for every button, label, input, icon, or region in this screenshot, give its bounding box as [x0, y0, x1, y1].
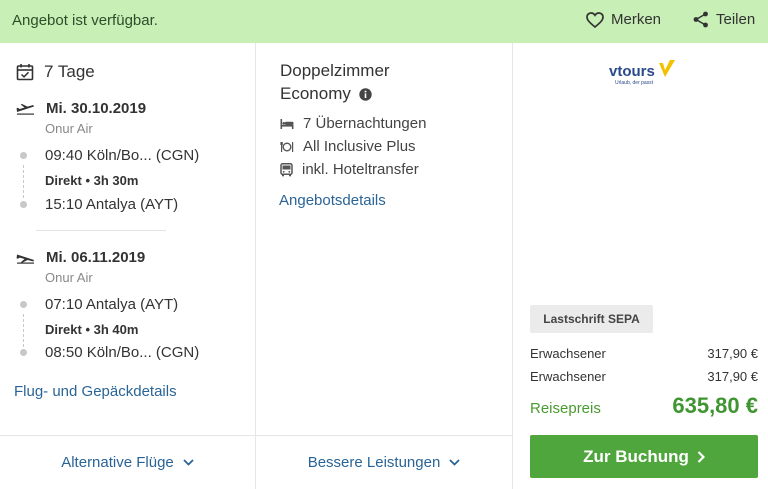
booking-button[interactable]: Zur Buchung: [530, 435, 758, 478]
feature-nights-label: 7 Übernachtungen: [303, 115, 427, 132]
return-date: Mi. 06.11.2019: [16, 249, 145, 266]
chevron-right-icon: [697, 450, 705, 463]
return-direct: Direkt • 3h 40m: [45, 322, 139, 337]
price-row-adult-1: Erwachsener 317,90 €: [530, 346, 758, 361]
better-services-button[interactable]: Bessere Leistungen: [256, 435, 513, 489]
booking-button-label: Zur Buchung: [583, 446, 689, 466]
teilen-button[interactable]: Teilen: [693, 11, 755, 28]
price-row-adult-2: Erwachsener 317,90 €: [530, 369, 758, 384]
alternative-flights-button[interactable]: Alternative Flüge: [0, 435, 256, 489]
outbound-airline: Onur Air: [45, 121, 93, 136]
availability-status: Angebot ist verfügbar.: [12, 12, 158, 29]
room-title-line1: Doppelzimmer: [280, 61, 390, 80]
merken-label: Merken: [611, 11, 662, 28]
outbound-arrival-label: 15:10 Antalya (AYT): [45, 196, 179, 213]
price-column: vtours Urlaub, der passt Lastschrift SEP…: [513, 43, 768, 435]
feature-transfer: inkl. Hoteltransfer: [280, 161, 419, 178]
room-title-line2: Economy: [280, 84, 351, 103]
route-line: [23, 165, 24, 198]
room-title: Doppelzimmer Economy: [280, 59, 390, 105]
teilen-label: Teilen: [716, 11, 756, 28]
svg-text:vtours: vtours: [609, 63, 655, 80]
calendar-icon: [16, 64, 34, 81]
better-services-label: Bessere Leistungen: [307, 454, 441, 471]
heart-icon: [586, 11, 604, 28]
total-price-label: Reisepreis: [530, 400, 601, 417]
info-icon[interactable]: [359, 88, 372, 101]
offer-details-link[interactable]: Angebotsdetails: [279, 192, 386, 209]
price-label: Erwachsener: [530, 346, 606, 361]
total-price-value: 635,80 €: [672, 393, 758, 418]
feature-transfer-label: inkl. Hoteltransfer: [302, 161, 419, 178]
availability-banner: Angebot ist verfügbar. Merken Teilen: [0, 0, 768, 43]
total-price-row: Reisepreis 635,80 €: [530, 393, 758, 419]
plane-departure-icon: [16, 103, 34, 115]
return-airline: Onur Air: [45, 270, 93, 285]
outbound-departure: 09:40 Köln/Bo... (CGN): [20, 147, 199, 164]
return-departure: 07:10 Antalya (AYT): [20, 296, 178, 313]
return-arrival-label: 08:50 Köln/Bo... (CGN): [45, 344, 200, 361]
trip-duration-label: 7 Tage: [44, 62, 95, 81]
outbound-direct: Direkt • 3h 30m: [45, 173, 139, 188]
outbound-departure-label: 09:40 Köln/Bo... (CGN): [45, 147, 200, 164]
feature-board-label: All Inclusive Plus: [303, 138, 416, 155]
chevron-down-icon: [183, 459, 194, 466]
flight-details-link[interactable]: Flug- und Gepäckdetails: [14, 383, 177, 400]
return-arrival: 08:50 Köln/Bo... (CGN): [20, 344, 199, 361]
outbound-date: Mi. 30.10.2019: [16, 100, 146, 117]
svg-text:Urlaub, der passt: Urlaub, der passt: [615, 80, 654, 86]
cutlery-icon: [280, 141, 294, 152]
hotel-column: Doppelzimmer Economy 7 Übernachtungen Al…: [256, 43, 513, 435]
stop-dot: [20, 349, 27, 356]
share-icon: [693, 11, 708, 28]
stop-dot: [20, 201, 27, 208]
feature-nights: 7 Übernachtungen: [280, 115, 426, 132]
plane-arrival-icon: [16, 254, 34, 264]
route-line: [23, 314, 24, 347]
payment-method-badge: Lastschrift SEPA: [530, 305, 653, 333]
price-label: Erwachsener: [530, 369, 606, 384]
bus-icon: [280, 162, 293, 176]
flight-divider: [36, 230, 166, 231]
outbound-date-label: Mi. 30.10.2019: [46, 100, 147, 117]
return-date-label: Mi. 06.11.2019: [46, 249, 146, 266]
outbound-arrival: 15:10 Antalya (AYT): [20, 196, 178, 213]
stop-dot: [20, 301, 27, 308]
merken-button[interactable]: Merken: [586, 11, 661, 28]
bed-icon: [280, 118, 294, 129]
stop-dot: [20, 152, 27, 159]
price-value: 317,90 €: [707, 346, 758, 361]
trip-duration: 7 Tage: [16, 62, 95, 82]
flight-column: 7 Tage Mi. 30.10.2019 Onur Air 09:40 Köl…: [0, 43, 256, 435]
feature-board: All Inclusive Plus: [280, 138, 416, 155]
action-bar: Alternative Flüge Bessere Leistungen Zur…: [0, 435, 768, 489]
alternative-flights-label: Alternative Flüge: [61, 454, 174, 471]
price-value: 317,90 €: [707, 369, 758, 384]
chevron-down-icon: [449, 459, 460, 466]
return-departure-label: 07:10 Antalya (AYT): [45, 296, 179, 313]
tour-operator-logo: vtours Urlaub, der passt: [609, 60, 675, 86]
